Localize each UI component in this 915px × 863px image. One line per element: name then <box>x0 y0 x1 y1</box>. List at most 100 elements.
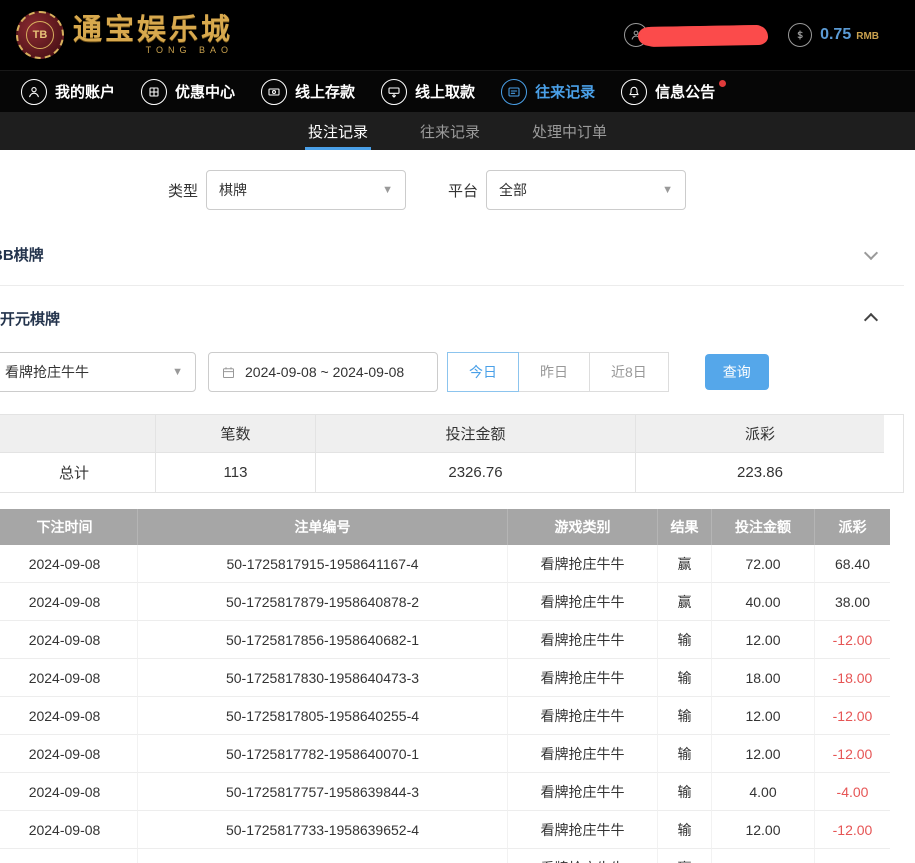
col-result: 结果 <box>658 509 712 545</box>
balance-currency: RMB <box>856 28 879 42</box>
records-icon <box>501 79 527 105</box>
type-label: 类型 <box>168 180 198 201</box>
tab-0[interactable]: 投注记录 <box>305 112 371 150</box>
balance-amount: 0.75 <box>820 26 851 44</box>
bet-result: 输 <box>658 697 712 735</box>
section-bb-qipai[interactable]: BB棋牌 <box>0 224 904 286</box>
bet-game: 看牌抢庄牛牛 <box>508 659 658 697</box>
bet-amount: 36.00 <box>712 849 815 863</box>
today-button[interactable]: 今日 <box>447 352 519 392</box>
logo-text: 通宝娱乐城 TONG BAO <box>73 15 233 55</box>
chevron-down-icon <box>864 245 878 259</box>
nav-item-deposit[interactable]: 线上存款 <box>248 71 368 112</box>
chevron-down-icon: ▼ <box>382 184 393 196</box>
nav-item-withdraw[interactable]: 线上取款 <box>368 71 488 112</box>
last8days-button[interactable]: 近8日 <box>589 352 669 392</box>
bet-payout: -12.00 <box>815 697 890 735</box>
bet-date: 2024-09-08 <box>0 659 138 697</box>
bet-result: 输 <box>658 659 712 697</box>
currency-icon <box>788 23 812 47</box>
bet-date: 2024-09-08 <box>0 735 138 773</box>
nav-item-gift[interactable]: 优惠中心 <box>128 71 248 112</box>
nav-item-label: 优惠中心 <box>175 81 235 102</box>
tab-1[interactable]: 往来记录 <box>417 112 483 150</box>
casino-chip-icon: TB <box>16 11 64 59</box>
calendar-icon <box>221 365 236 380</box>
nav-item-label: 信息公告 <box>655 81 715 102</box>
logo-title: 通宝娱乐城 <box>73 15 233 47</box>
bet-id: 50-1725817915-1958641167-4 <box>138 545 508 583</box>
withdraw-icon <box>381 79 407 105</box>
bet-result: 赢 <box>658 849 712 863</box>
nav-item-records[interactable]: 往来记录 <box>488 71 608 112</box>
query-row: 看牌抢庄牛牛 ▼ 2024-09-08 ~ 2024-09-08 今日 昨日 近… <box>0 352 904 392</box>
bet-date: 2024-09-08 <box>0 697 138 735</box>
bet-game: 看牌抢庄牛牛 <box>508 811 658 849</box>
summary-count-value: 113 <box>156 453 316 492</box>
summary-col-empty <box>0 415 156 453</box>
user-account[interactable] <box>624 23 766 47</box>
platform-select-value: 全部 <box>499 180 527 200</box>
summary-payout-value: 223.86 <box>636 453 884 492</box>
bet-game: 看牌抢庄牛牛 <box>508 735 658 773</box>
bet-payout: 68.40 <box>815 545 890 583</box>
col-bet-time: 下注时间 <box>0 509 138 545</box>
chip-monogram: TB <box>26 21 54 49</box>
date-preset-group: 今日 昨日 近8日 <box>448 352 669 392</box>
bet-amount: 12.00 <box>712 735 815 773</box>
search-button[interactable]: 查询 <box>705 354 769 390</box>
chevron-down-icon: ▼ <box>662 184 673 196</box>
bell-icon <box>621 79 647 105</box>
deposit-icon <box>261 79 287 105</box>
col-bet-amount: 投注金额 <box>712 509 815 545</box>
bet-date: 2024-09-08 <box>0 545 138 583</box>
game-select-value: 看牌抢庄牛牛 <box>5 362 89 382</box>
bet-amount: 72.00 <box>712 545 815 583</box>
tab-2[interactable]: 处理中订单 <box>529 112 610 150</box>
bet-id: 50-1725817682-1958639214-2 <box>138 849 508 863</box>
bet-id: 50-1725817805-1958640255-4 <box>138 697 508 735</box>
bet-date: 2024-09-08 <box>0 621 138 659</box>
bet-game: 看牌抢庄牛牛 <box>508 697 658 735</box>
bet-payout: 34.20 <box>815 849 890 863</box>
bet-payout: -12.00 <box>815 811 890 849</box>
game-select[interactable]: 看牌抢庄牛牛 ▼ <box>0 352 196 392</box>
bet-date: 2024-09-08 <box>0 849 138 863</box>
bet-amount: 12.00 <box>712 697 815 735</box>
summary-amount-value: 2326.76 <box>316 453 636 492</box>
main-nav: 我的账户 优惠中心 线上存款线上取款往来记录 信息公告 <box>0 70 915 112</box>
username-redaction <box>640 24 766 45</box>
balance-display[interactable]: 0.75 RMB <box>788 23 879 47</box>
bet-result: 赢 <box>658 583 712 621</box>
bet-result: 输 <box>658 811 712 849</box>
nav-item-user[interactable]: 我的账户 <box>8 71 128 112</box>
date-range-input[interactable]: 2024-09-08 ~ 2024-09-08 <box>208 352 438 392</box>
bet-payout: -18.00 <box>815 659 890 697</box>
bet-id: 50-1725817830-1958640473-3 <box>138 659 508 697</box>
user-icon <box>21 79 47 105</box>
bet-payout: -12.00 <box>815 735 890 773</box>
site-logo: TB 通宝娱乐城 TONG BAO <box>16 11 233 59</box>
bet-date: 2024-09-08 <box>0 773 138 811</box>
type-select[interactable]: 棋牌 ▼ <box>206 170 406 210</box>
summary-col-amount: 投注金额 <box>316 415 636 453</box>
bet-game: 看牌抢庄牛牛 <box>508 621 658 659</box>
yesterday-button[interactable]: 昨日 <box>518 352 590 392</box>
bet-date: 2024-09-08 <box>0 811 138 849</box>
section-bb-title: BB棋牌 <box>0 244 44 265</box>
bet-amount: 18.00 <box>712 659 815 697</box>
bet-payout: -12.00 <box>815 621 890 659</box>
bet-date: 2024-09-08 <box>0 583 138 621</box>
bet-table: 下注时间 注单编号 游戏类别 结果 投注金额 派彩 2024-09-0850-1… <box>0 509 904 863</box>
nav-item-bell[interactable]: 信息公告 <box>608 71 739 112</box>
record-tabs: 投注记录 往来记录 处理中订单 <box>0 112 915 150</box>
section-kaiyuan-qipai[interactable]: 开元棋牌 <box>0 286 904 350</box>
bet-id: 50-1725817733-1958639652-4 <box>138 811 508 849</box>
bet-id: 50-1725817879-1958640878-2 <box>138 583 508 621</box>
summary-total-label: 总计 <box>0 453 156 492</box>
nav-item-label: 线上存款 <box>295 81 355 102</box>
bet-result: 输 <box>658 773 712 811</box>
platform-select[interactable]: 全部 ▼ <box>486 170 686 210</box>
date-range-value: 2024-09-08 ~ 2024-09-08 <box>245 364 404 380</box>
bet-game: 看牌抢庄牛牛 <box>508 583 658 621</box>
